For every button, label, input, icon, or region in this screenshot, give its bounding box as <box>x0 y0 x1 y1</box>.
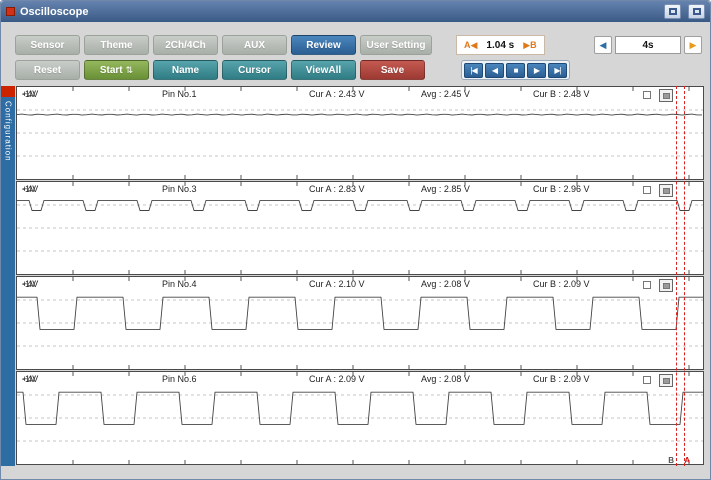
cursor-a-marker: A◀ <box>464 39 478 50</box>
cursor-b-value: Cur B : 2.09 V <box>533 279 590 289</box>
average-value: Avg : 2.08 V <box>421 374 470 384</box>
timebase-group: ◀ ▶ <box>594 36 702 54</box>
restore-button[interactable] <box>664 4 681 19</box>
channel-checkbox[interactable] <box>643 91 651 99</box>
bottom-scale-label: -1V <box>22 89 37 99</box>
app-icon <box>6 7 15 16</box>
timebase-step-forward-button[interactable]: ▶ <box>684 36 702 54</box>
channel-name: Pin No.1 <box>162 89 197 99</box>
cursor-a-value: Cur A : 2.43 V <box>309 89 365 99</box>
cursor-b-marker: ▶B <box>523 39 537 50</box>
titlebar: Oscilloscope <box>1 1 710 22</box>
timebase-input[interactable] <box>615 36 681 54</box>
sidebar-marker <box>1 86 15 97</box>
start-button-label: Start <box>99 64 123 76</box>
cursor-b-value: Cur B : 2.09 V <box>533 374 590 384</box>
oscilloscope-window: Oscilloscope Sensor Theme 2Ch/4Ch AUX Re… <box>0 0 711 480</box>
cursor-a-value: Cur A : 2.10 V <box>309 279 365 289</box>
toolbar-row-2: Reset Start ⇅ Name Cursor ViewAll Save |… <box>15 60 710 80</box>
reset-button[interactable]: Reset <box>15 60 80 80</box>
toolbar-row-1: Sensor Theme 2Ch/4Ch AUX Review User Set… <box>15 35 710 55</box>
channel-expand-button[interactable] <box>659 184 673 197</box>
theme-button[interactable]: Theme <box>84 35 149 55</box>
start-button[interactable]: Start ⇅ <box>84 60 149 80</box>
average-value: Avg : 2.08 V <box>421 279 470 289</box>
expand-icon <box>662 377 670 384</box>
transport-controls: |◀ ◀ ■ ▶ ▶| <box>461 60 570 80</box>
main-area: Configuration +4V Pin No.1 Cur A : 2.43 … <box>1 86 710 466</box>
go-first-button[interactable]: |◀ <box>464 62 483 78</box>
name-button[interactable]: Name <box>153 60 218 80</box>
close-button[interactable] <box>688 4 705 19</box>
restore-icon <box>668 8 677 15</box>
close-icon <box>692 8 701 15</box>
channel-name: Pin No.4 <box>162 279 197 289</box>
channel-stack: +4V Pin No.1 Cur A : 2.43 V Avg : 2.45 V… <box>16 86 704 466</box>
channel-mode-button[interactable]: 2Ch/4Ch <box>153 35 218 55</box>
expand-icon <box>662 187 670 194</box>
cursor-button[interactable]: Cursor <box>222 60 287 80</box>
expand-icon <box>662 92 670 99</box>
user-setting-button[interactable]: User Setting <box>360 35 432 55</box>
waveform-pin1 <box>17 87 703 179</box>
channel-checkbox[interactable] <box>643 281 651 289</box>
sensor-button[interactable]: Sensor <box>15 35 80 55</box>
average-value: Avg : 2.45 V <box>421 89 470 99</box>
aux-button[interactable]: AUX <box>222 35 287 55</box>
stop-button[interactable]: ■ <box>506 62 525 78</box>
waveform-pin6 <box>17 372 703 464</box>
average-value: Avg : 2.85 V <box>421 184 470 194</box>
channel-name: Pin No.3 <box>162 184 197 194</box>
step-next-button[interactable]: ▶ <box>527 62 546 78</box>
start-spinner-icon: ⇅ <box>125 64 134 75</box>
cursor-b-value: Cur B : 2.48 V <box>533 89 590 99</box>
timebase-step-back-button[interactable]: ◀ <box>594 36 612 54</box>
bottom-scale-label: -1V <box>22 184 37 194</box>
channel-expand-button[interactable] <box>659 374 673 387</box>
window-title: Oscilloscope <box>20 5 89 18</box>
waveform-pin4 <box>17 277 703 369</box>
waveform-pin3 <box>17 182 703 274</box>
view-all-button[interactable]: ViewAll <box>291 60 356 80</box>
channel-panel-pin3: +4V Pin No.3 Cur A : 2.83 V Avg : 2.85 V… <box>16 181 704 275</box>
cursor-delta-time: 1.04 s <box>486 39 515 51</box>
configuration-sidebar[interactable]: Configuration <box>1 86 15 466</box>
channel-checkbox[interactable] <box>643 376 651 384</box>
cursor-b-value: Cur B : 2.96 V <box>533 184 590 194</box>
toolbar: Sensor Theme 2Ch/4Ch AUX Review User Set… <box>1 22 710 86</box>
cursor-a-value: Cur A : 2.83 V <box>309 184 365 194</box>
step-prev-button[interactable]: ◀ <box>485 62 504 78</box>
channel-checkbox[interactable] <box>643 186 651 194</box>
cursor-a-value: Cur A : 2.09 V <box>309 374 365 384</box>
go-last-button[interactable]: ▶| <box>548 62 567 78</box>
expand-icon <box>662 282 670 289</box>
sidebar-label: Configuration <box>3 101 13 162</box>
bottom-scale-label: -1V <box>22 279 37 289</box>
cursor-time-readout: A◀ 1.04 s ▶B <box>456 35 545 55</box>
channel-name: Pin No.6 <box>162 374 197 384</box>
bottom-scale-label: -1V <box>22 374 37 384</box>
channel-expand-button[interactable] <box>659 89 673 102</box>
channel-panel-pin4: +4V Pin No.4 Cur A : 2.10 V Avg : 2.08 V… <box>16 276 704 370</box>
save-button[interactable]: Save <box>360 60 425 80</box>
review-button[interactable]: Review <box>291 35 356 55</box>
channel-expand-button[interactable] <box>659 279 673 292</box>
channel-panel-pin6: +4V Pin No.6 Cur A : 2.09 V Avg : 2.08 V… <box>16 371 704 465</box>
channel-panel-pin1: +4V Pin No.1 Cur A : 2.43 V Avg : 2.45 V… <box>16 86 704 180</box>
